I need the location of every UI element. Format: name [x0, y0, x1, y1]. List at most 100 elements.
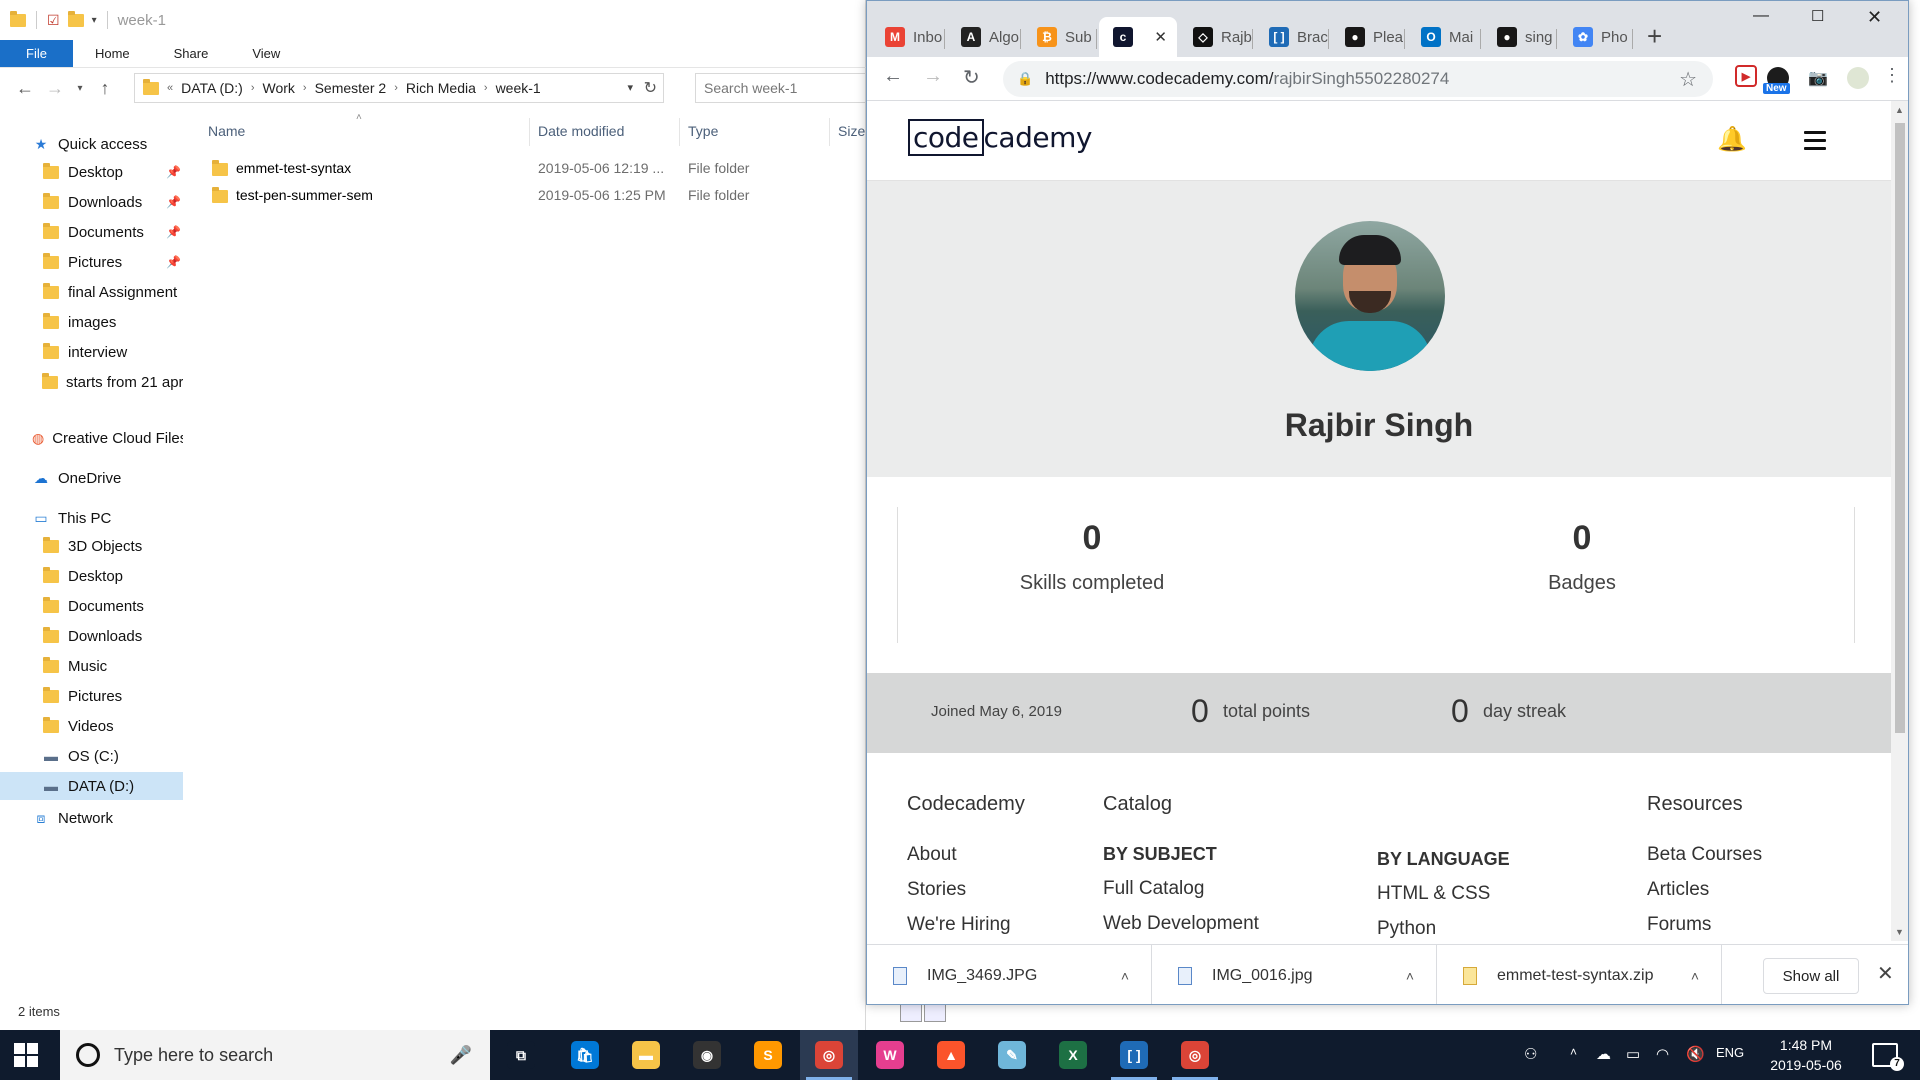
details-view-icon[interactable] [900, 1004, 922, 1022]
bookmark-star-icon[interactable]: ☆ [1679, 67, 1697, 92]
footer-link-full-catalog[interactable]: Full Catalog [1103, 878, 1259, 900]
battery-icon[interactable]: ▭ [1626, 1045, 1640, 1063]
windows-start-icon[interactable] [14, 1043, 38, 1067]
download-item[interactable]: IMG_3469.JPG ˄ [867, 945, 1152, 1004]
download-item[interactable]: emmet-test-syntax.zip ˄ [1437, 945, 1722, 1004]
forward-arrow-icon[interactable]: → [40, 78, 70, 99]
show-all-button[interactable]: Show all [1763, 958, 1859, 994]
chevron-up-icon[interactable]: ˄ [1406, 968, 1414, 984]
file-row[interactable]: emmet-test-syntax 2019-05-06 12:19 ... F… [200, 156, 866, 182]
brave-app[interactable]: ▲ [922, 1030, 980, 1080]
nav-pc-music[interactable]: Music [0, 652, 183, 680]
taskbar-search[interactable]: Type here to search 🎤 [60, 1030, 490, 1080]
camera-extension-icon[interactable]: 📷 [1807, 67, 1829, 89]
overflow-chevron-icon[interactable]: « [167, 82, 173, 94]
bell-icon[interactable]: 🔔 [1717, 125, 1747, 154]
nav-pc-desktop[interactable]: Desktop [0, 562, 183, 590]
properties-icon[interactable]: ☑ [47, 12, 60, 29]
notepad-app[interactable]: ✎ [983, 1030, 1041, 1080]
nav-quick-interview[interactable]: interview [0, 338, 183, 366]
codecademy-logo[interactable]: code cademy [908, 119, 1092, 156]
browser-tab[interactable]: O Mai [1407, 17, 1481, 57]
chevron-up-icon[interactable]: ˄ [1121, 968, 1129, 984]
minimize-button[interactable]: — [1753, 7, 1769, 25]
footer-link-web-development[interactable]: Web Development [1103, 913, 1259, 935]
browser-tab[interactable]: c ✕ [1099, 17, 1177, 57]
address-bar[interactable]: 🔒 https://www.codecademy.com/rajbirSingh… [1003, 61, 1713, 97]
nav-quick-starts-from-21-apr[interactable]: starts from 21 apr [0, 368, 183, 396]
nav-pc-3d-objects[interactable]: 3D Objects [0, 532, 183, 560]
footer-link-articles[interactable]: Articles [1647, 879, 1762, 901]
scroll-down-arrow-icon[interactable]: ▼ [1895, 927, 1904, 937]
browser-tab[interactable]: ● sing [1483, 17, 1557, 57]
store-app[interactable]: 🛍 [556, 1030, 614, 1080]
breadcrumb-rich-media[interactable]: Rich Media [406, 80, 476, 96]
chevron-right-icon[interactable]: › [394, 82, 398, 94]
browser-tab[interactable]: M Inbo [871, 17, 945, 57]
file-explorer-app[interactable]: ▬ [617, 1030, 675, 1080]
tab-file[interactable]: File [0, 40, 73, 67]
chevron-up-icon[interactable]: ˄ [1691, 968, 1699, 984]
footer-link-forums[interactable]: Forums [1647, 914, 1762, 936]
microphone-icon[interactable]: 🎤 [450, 1045, 472, 1066]
browser-tab[interactable]: ₿ Sub [1023, 17, 1097, 57]
onedrive-tray-icon[interactable]: ☁ [1596, 1045, 1611, 1063]
page-scrollbar[interactable]: ▲ ▼ [1891, 101, 1908, 941]
chevron-right-icon[interactable]: › [484, 82, 488, 94]
maximize-button[interactable]: ☐ [1811, 7, 1824, 25]
footer-link-beta-courses[interactable]: Beta Courses [1647, 844, 1762, 866]
close-icon[interactable]: ✕ [1877, 961, 1894, 986]
reload-icon[interactable]: ↻ [963, 65, 980, 90]
column-type[interactable]: Type [680, 118, 830, 146]
wifi-icon[interactable]: ◠ [1656, 1045, 1669, 1063]
browser-tab[interactable]: [ ] Brac [1255, 17, 1329, 57]
excel-app[interactable]: X [1044, 1030, 1102, 1080]
webstorm-app[interactable]: W [861, 1030, 919, 1080]
refresh-icon[interactable]: ↻ [644, 78, 657, 98]
nav-quick-access[interactable]: ★ Quick access [0, 130, 183, 158]
hamburger-menu-icon[interactable] [1804, 131, 1826, 155]
scrollbar-thumb[interactable] [1895, 123, 1905, 733]
task-view-app[interactable]: ⧉ [492, 1030, 550, 1080]
chevron-right-icon[interactable]: › [303, 82, 307, 94]
column-date-modified[interactable]: Date modified [530, 118, 680, 146]
chrome-app[interactable]: ◎ [800, 1030, 858, 1080]
show-hidden-icons-chevron[interactable]: ˄ [1570, 1045, 1577, 1059]
breadcrumb-semester-2[interactable]: Semester 2 [315, 80, 387, 96]
new-tab-button[interactable]: + [1647, 21, 1662, 52]
customize-dropdown-icon[interactable]: ▾ [92, 15, 97, 26]
nav-quick-documents[interactable]: Documents 📌 [0, 218, 183, 246]
action-center-icon[interactable]: 7 [1872, 1043, 1904, 1071]
recent-locations-chevron-icon[interactable]: ▾ [70, 83, 90, 94]
nav-quick-desktop[interactable]: Desktop 📌 [0, 158, 183, 186]
download-item[interactable]: IMG_0016.jpg ˄ [1152, 945, 1437, 1004]
footer-link-stories[interactable]: Stories [907, 879, 1025, 901]
footer-link-html-css[interactable]: HTML & CSS [1377, 883, 1510, 905]
chrome-menu-icon[interactable]: ⋮ [1883, 65, 1901, 86]
chrome-app-2[interactable]: ◎ [1166, 1030, 1224, 1080]
volume-muted-icon[interactable]: 🔇 [1686, 1045, 1705, 1063]
footer-link-hiring[interactable]: We're Hiring [907, 914, 1025, 936]
camera-app[interactable]: ◉ [678, 1030, 736, 1080]
tab-view[interactable]: View [230, 40, 302, 67]
nav-pc-videos[interactable]: Videos [0, 712, 183, 740]
column-name[interactable]: Name [200, 118, 530, 146]
pin-icon[interactable]: 📌 [166, 255, 181, 269]
nav-quick-downloads[interactable]: Downloads 📌 [0, 188, 183, 216]
nav-pc-pictures[interactable]: Pictures [0, 682, 183, 710]
nav-creative-cloud[interactable]: ◍ Creative Cloud Files [0, 424, 183, 452]
clock[interactable]: 1:48 PM 2019-05-06 [1756, 1035, 1856, 1075]
nav-network[interactable]: ⧈ Network [0, 804, 183, 832]
pin-icon[interactable]: 📌 [166, 195, 181, 209]
nav-pc-data-d-[interactable]: ▬ DATA (D:) [0, 772, 183, 800]
footer-link-about[interactable]: About [907, 844, 1025, 866]
browser-tab[interactable]: ● Plea [1331, 17, 1405, 57]
nav-onedrive[interactable]: ☁ OneDrive [0, 464, 183, 492]
close-tab-icon[interactable]: ✕ [1154, 28, 1167, 46]
screencast-extension-icon[interactable]: ▶ [1735, 65, 1757, 87]
breadcrumb-week-1[interactable]: week-1 [496, 80, 541, 96]
pin-icon[interactable]: 📌 [166, 165, 181, 179]
browser-tab[interactable]: ✿ Pho [1559, 17, 1633, 57]
footer-link-python[interactable]: Python [1377, 918, 1510, 940]
address-dropdown-icon[interactable]: ▾ [627, 81, 633, 94]
